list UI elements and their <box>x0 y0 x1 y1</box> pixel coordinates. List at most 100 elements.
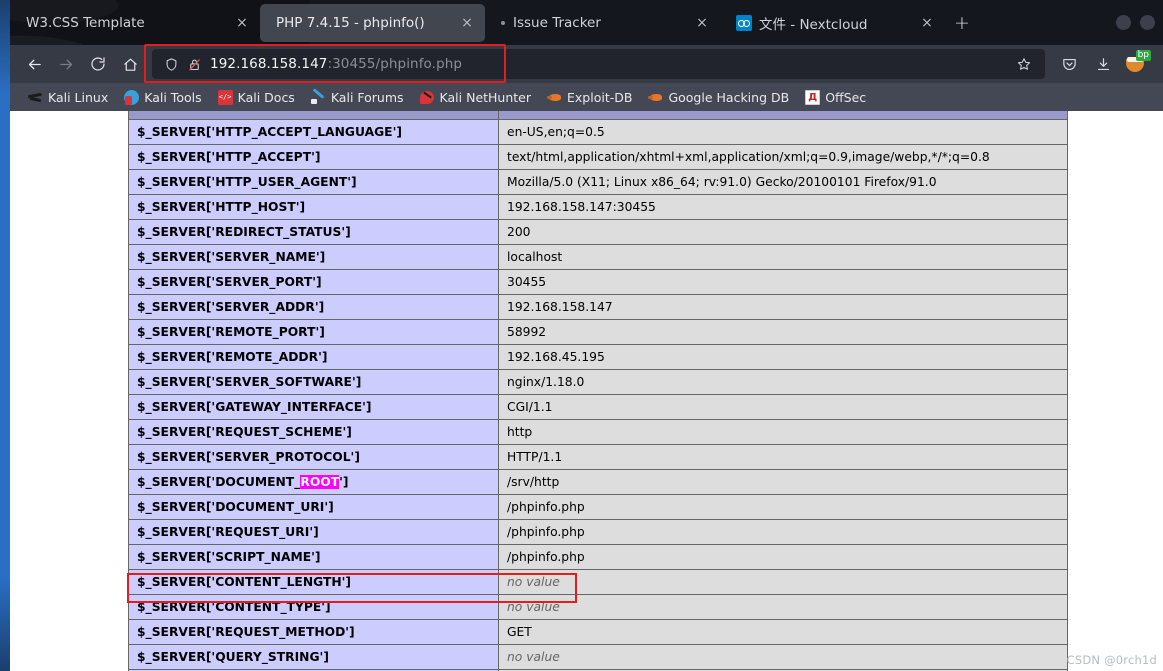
variable-name-cell: $_SERVER['SERVER_SOFTWARE'] <box>128 369 499 395</box>
url-path: :30455/phpinfo.php <box>327 56 463 72</box>
table-row: $_SERVER['REMOTE_PORT'] 58992 <box>128 319 1068 345</box>
variable-value-cell: 192.168.158.147:30455 <box>498 194 1068 220</box>
kali-dragon-icon <box>28 90 43 105</box>
table-row: $_SERVER['GATEWAY_INTERFACE'] CGI/1.1 <box>128 394 1068 420</box>
bookmark-item[interactable]: Exploit-DB <box>547 90 632 105</box>
variable-value-cell: no value <box>498 594 1068 620</box>
bookmark-star-icon[interactable] <box>1011 51 1037 77</box>
column-header-value: Value <box>498 111 1068 120</box>
burp-extension-icon[interactable]: bp <box>1123 50 1151 78</box>
url-host: 192.168.158.147 <box>210 56 328 72</box>
variable-name-cell: $_SERVER['SERVER_NAME'] <box>128 244 499 270</box>
downloads-icon[interactable] <box>1089 50 1117 78</box>
bookmark-label: Kali Tools <box>144 89 202 105</box>
variable-value-cell: 58992 <box>498 319 1068 345</box>
variable-name-cell: $_SERVER['REQUEST_METHOD'] <box>128 619 499 645</box>
variable-name-cell: $_SERVER['SERVER_ADDR'] <box>128 294 499 320</box>
tracking-protection-shield-icon[interactable] <box>164 57 179 72</box>
tab-title: 文件 - Nextcloud <box>759 17 868 33</box>
home-button[interactable] <box>114 49 146 79</box>
bookmark-item[interactable]: Kali Linux <box>28 90 108 105</box>
window-maximize-button[interactable] <box>1140 15 1155 30</box>
table-row: $_SERVER['HTTP_USER_AGENT'] Mozilla/5.0 (… <box>128 169 1068 195</box>
back-button[interactable] <box>18 49 50 79</box>
table-row: $_SERVER['HTTP_ACCEPT_LANGUAGE'] en-US,en… <box>128 119 1068 145</box>
address-bar-wrapper: 192.168.158.147:30455/phpinfo.php <box>144 44 1045 83</box>
bookmark-item[interactable]: Kali Tools <box>124 89 202 105</box>
variable-name-cell: $_SERVER['HTTP_HOST'] <box>128 194 499 220</box>
bookmark-item[interactable]: Kali Forums <box>310 90 404 105</box>
variable-name-cell: $_SERVER['CONTENT_LENGTH'] <box>128 569 499 595</box>
bookmark-item[interactable]: Google Hacking DB <box>648 90 789 105</box>
insecure-lock-crossed-icon[interactable] <box>187 57 202 72</box>
csdn-watermark: CSDN @0rch1d <box>1066 653 1157 667</box>
variable-value-cell: http <box>498 419 1068 445</box>
variable-value-cell: /phpinfo.php <box>498 494 1068 520</box>
variable-name-cell: $_SERVER['SERVER_PORT'] <box>128 269 499 295</box>
table-row: $_SERVER['SERVER_SOFTWARE'] nginx/1.18.0 <box>128 369 1068 395</box>
new-tab-button[interactable]: + <box>945 4 979 42</box>
browser-tab[interactable]: 文件 - Nextcloud × <box>720 4 945 42</box>
variable-value-cell: text/html,application/xhtml+xml,applicat… <box>498 144 1068 170</box>
nextcloud-favicon-icon <box>736 15 752 31</box>
variable-value-cell: CGI/1.1 <box>498 394 1068 420</box>
table-row: $_SERVER['SERVER_NAME'] localhost <box>128 244 1068 270</box>
table-row: $_SERVER['REQUEST_SCHEME'] http <box>128 419 1068 445</box>
tab-close-icon[interactable]: × <box>694 15 710 31</box>
table-row: $_SERVER['SERVER_PROTOCOL'] HTTP/1.1 <box>128 444 1068 470</box>
browser-window: W3.CSS Template × PHP 7.4.15 - phpinfo() × I… <box>0 0 1163 671</box>
toolbar-extensions: bp <box>1055 50 1155 78</box>
tab-strip: W3.CSS Template × PHP 7.4.15 - phpinfo() × I… <box>10 0 1163 45</box>
bookmark-label: Kali Docs <box>237 89 295 105</box>
variable-value-cell: no value <box>498 569 1068 595</box>
bookmark-item[interactable]: OffSec <box>805 89 867 105</box>
table-row: $_SERVER['SERVER_PORT'] 30455 <box>128 269 1068 295</box>
bookmarks-toolbar: Kali Linux Kali Tools Kali Docs Kali Forums… <box>10 83 1163 111</box>
burp-extension-badge: bp <box>1135 50 1151 61</box>
table-header-row: Variable Value <box>128 111 1068 120</box>
bookmark-label: OffSec <box>825 89 867 105</box>
pocket-icon[interactable] <box>1055 50 1083 78</box>
bookmark-item[interactable]: Kali Docs <box>217 89 295 105</box>
table-row: $_SERVER['REMOTE_ADDR'] 192.168.45.195 <box>128 344 1068 370</box>
variable-name-cell: $_SERVER['HTTP_ACCEPT_LANGUAGE'] <box>128 119 499 145</box>
table-row: $_SERVER['DOCUMENT_ROOT']/srv/http <box>128 469 1068 495</box>
variable-name-cell: $_SERVER['HTTP_USER_AGENT'] <box>128 169 499 195</box>
variable-value-cell: GET <box>498 619 1068 645</box>
desktop-edge-strip <box>0 0 10 671</box>
variable-value-cell: 30455 <box>498 269 1068 295</box>
browser-tab[interactable]: W3.CSS Template × <box>10 4 260 42</box>
bookmark-item[interactable]: Kali NetHunter <box>419 90 531 105</box>
variable-name-cell: $_SERVER['GATEWAY_INTERFACE'] <box>128 394 499 420</box>
address-bar[interactable]: 192.168.158.147:30455/phpinfo.php <box>152 49 1045 79</box>
table-row: $_SERVER['HTTP_HOST'] 192.168.158.147:304… <box>128 194 1068 220</box>
variable-name-cell: $_SERVER['REDIRECT_STATUS'] <box>128 219 499 245</box>
table-row: $_SERVER['SERVER_ADDR'] 192.168.158.147 <box>128 294 1068 320</box>
tab-close-icon[interactable]: × <box>459 15 475 31</box>
bookmark-label: Google Hacking DB <box>668 89 790 105</box>
variable-name-cell: $_SERVER['QUERY_STRING'] <box>128 644 499 670</box>
variable-name-cell: $_SERVER['HTTP_ACCEPT'] <box>128 144 499 170</box>
variable-value-cell: /srv/http <box>498 469 1068 495</box>
browser-tab[interactable]: Issue Tracker × <box>485 4 720 42</box>
reload-button[interactable] <box>82 49 114 79</box>
variable-name-cell: $_SERVER['REMOTE_ADDR'] <box>128 344 499 370</box>
browser-tab[interactable]: PHP 7.4.15 - phpinfo() × <box>260 4 485 42</box>
table-row: $_SERVER['REQUEST_URI']/phpinfo.php <box>128 519 1068 545</box>
table-row: $_SERVER['REDIRECT_STATUS'] 200 <box>128 219 1068 245</box>
variable-value-cell: 192.168.45.195 <box>498 344 1068 370</box>
tab-close-icon[interactable]: × <box>919 15 935 31</box>
tab-title: Issue Tracker <box>513 15 601 31</box>
variable-value-cell: en-US,en;q=0.5 <box>498 119 1068 145</box>
window-minimize-button[interactable] <box>1116 15 1131 30</box>
bookmark-label: Exploit-DB <box>567 89 633 105</box>
tab-title: W3.CSS Template <box>26 15 145 31</box>
table-row: $_SERVER['HTTP_ACCEPT'] text/html,applica… <box>128 144 1068 170</box>
forward-button[interactable] <box>50 49 82 79</box>
variable-name-cell: $_SERVER['REQUEST_SCHEME'] <box>128 419 499 445</box>
phpinfo-server-variables-table: Variable Value $_SERVER['HTTP_ACCEPT_LAN… <box>128 111 1068 671</box>
variable-value-cell: 200 <box>498 219 1068 245</box>
google-hacking-db-icon <box>648 90 663 105</box>
tab-close-icon[interactable]: × <box>234 15 250 31</box>
variable-name-cell: $_SERVER['DOCUMENT_ROOT'] <box>128 469 499 495</box>
